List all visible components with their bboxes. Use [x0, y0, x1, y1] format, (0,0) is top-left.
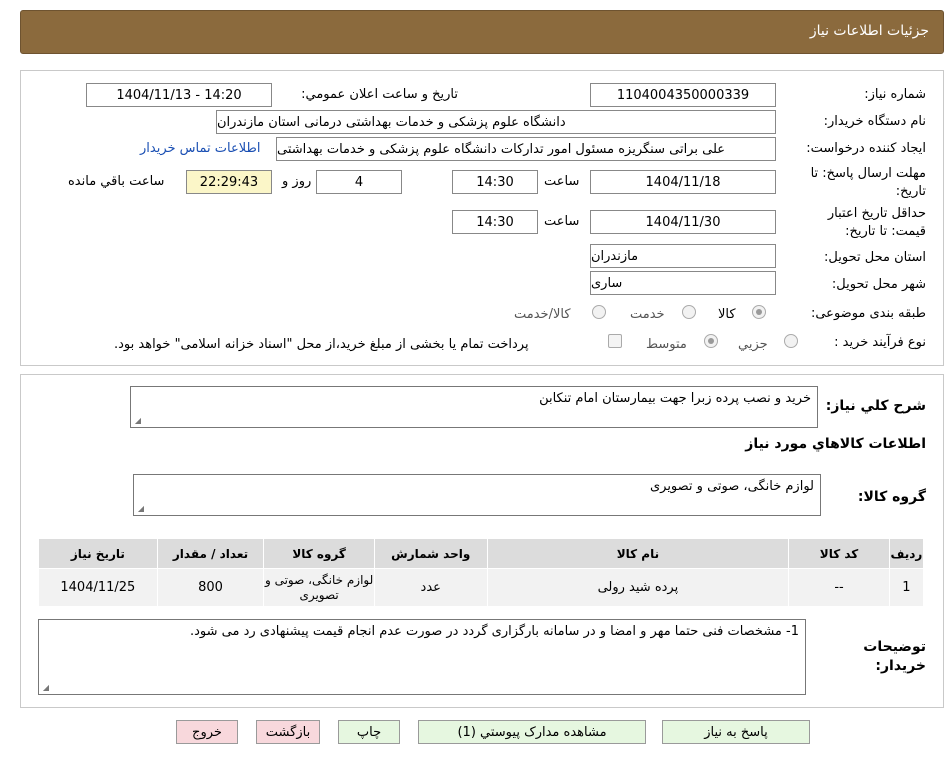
- col-name: نام کالا: [486, 538, 790, 569]
- page-header: جزئیات اطلاعات نیاز: [20, 10, 944, 54]
- category-label: طبقه بندی موضوعی:: [810, 306, 926, 321]
- buyer-org-field: دانشگاه علوم پزشکی و خدمات بهداشتی درمان…: [216, 110, 776, 134]
- deadline-label-line2: تاريخ:: [895, 184, 926, 199]
- process-medium-radio[interactable]: [704, 334, 718, 348]
- validity-label-line2: قيمت: تا تاريخ:: [845, 224, 926, 239]
- col-row: رديف: [888, 538, 925, 569]
- cell-unit: عدد: [373, 568, 488, 607]
- items-table: رديف کد کالا نام کالا واحد شمارش گروه کا…: [38, 538, 925, 607]
- remaining-time-label: ساعت باقي مانده: [68, 174, 165, 189]
- deadline-time-label: ساعت: [544, 174, 580, 189]
- cell-group: لوازم خانگی، صوتی و تصویری: [263, 568, 375, 607]
- reply-button[interactable]: پاسخ به نياز: [662, 720, 810, 744]
- days-label: روز و: [282, 174, 312, 189]
- page-title: جزئیات اطلاعات نیاز: [809, 23, 929, 39]
- summary-textarea: خرید و نصب پرده زبرا جهت بیمارستان امام …: [130, 386, 818, 428]
- cell-date: 1404/11/25: [38, 568, 158, 607]
- cell-row: 1: [888, 568, 925, 607]
- col-qty: تعداد / مقدار: [156, 538, 265, 569]
- requester-label: ايجاد کننده درخواست:: [806, 141, 926, 156]
- validity-time-field: 14:30: [452, 210, 538, 234]
- validity-time-label: ساعت: [544, 214, 580, 229]
- goods-group-label: گروه کالا:: [857, 489, 926, 505]
- process-minor-radio[interactable]: [784, 334, 798, 348]
- goods-group-text: لوازم خانگی، صوتی و تصویری: [649, 479, 814, 494]
- remaining-time-field: 22:29:43: [186, 170, 272, 194]
- province-field: مازندران: [590, 244, 776, 268]
- category-goods-radio[interactable]: [752, 305, 766, 319]
- resize-grip-icon: ◢: [137, 504, 144, 513]
- buyer-contact-link[interactable]: اطلاعات تماس خريدار: [140, 141, 260, 156]
- summary-label: شرح کلي نياز:: [825, 398, 926, 414]
- exit-button[interactable]: خروج: [176, 720, 238, 744]
- process-minor-label: جزيي: [738, 337, 768, 352]
- buyer-org-label: نام دستگاه خريدار:: [823, 114, 926, 129]
- notes-textarea: 1- مشخصات فنی حتما مهر و امضا و در سامان…: [38, 619, 806, 695]
- treasury-payment-note: پرداخت تمام یا بخشی از مبلغ خرید،از محل …: [114, 337, 529, 352]
- announce-date-label: تاريخ و ساعت اعلان عمومي:: [301, 87, 458, 102]
- notes-label-line2: خريدار:: [875, 658, 926, 674]
- summary-text: خرید و نصب پرده زبرا جهت بیمارستان امام …: [539, 391, 811, 406]
- goods-section-title: اطلاعات کالاهاي مورد نياز: [745, 436, 926, 452]
- process-label: نوع فرآيند خريد :: [834, 335, 926, 350]
- cell-name: پرده شید رولی: [486, 568, 790, 607]
- col-group: گروه کالا: [263, 538, 375, 569]
- notes-text: 1- مشخصات فنی حتما مهر و امضا و در سامان…: [190, 624, 799, 639]
- cell-code: --: [788, 568, 890, 607]
- announce-date-field: 1404/11/13 - 14:20: [86, 83, 272, 107]
- city-field: ساری: [590, 271, 776, 295]
- city-label: شهر محل تحويل:: [831, 277, 926, 292]
- category-service-radio[interactable]: [682, 305, 696, 319]
- days-field: 4: [316, 170, 402, 194]
- deadline-date-field: 1404/11/18: [590, 170, 776, 194]
- need-number-field: 1104004350000339: [590, 83, 776, 107]
- category-goods-service-radio[interactable]: [592, 305, 606, 319]
- province-label: استان محل تحويل:: [824, 250, 926, 265]
- table-row: 1 -- پرده شید رولی عدد لوازم خانگی، صوتی…: [38, 568, 925, 607]
- resize-grip-icon: ◢: [42, 683, 49, 692]
- requester-field: علی براتی سنگریزه مسئول امور تدارکات دان…: [276, 137, 776, 161]
- deadline-label-line1: مهلت ارسال پاسخ: تا: [810, 166, 926, 181]
- col-unit: واحد شمارش: [373, 538, 488, 569]
- print-button[interactable]: چاپ: [338, 720, 400, 744]
- cell-qty: 800: [156, 568, 265, 607]
- process-medium-label: متوسط: [646, 337, 687, 352]
- view-attachments-button[interactable]: مشاهده مدارک پيوستي (1): [418, 720, 646, 744]
- treasury-payment-checkbox[interactable]: [608, 334, 622, 348]
- validity-label-line1: حداقل تاريخ اعتبار: [827, 206, 926, 221]
- category-service-label: خدمت: [630, 307, 665, 322]
- category-goods-label: کالا: [718, 307, 736, 322]
- category-goods-service-label: کالا/خدمت: [514, 307, 571, 322]
- resize-grip-icon: ◢: [134, 416, 141, 425]
- need-number-label: شماره نیاز:: [864, 87, 926, 102]
- col-date: تاریخ نیاز: [38, 538, 158, 569]
- col-code: کد کالا: [788, 538, 890, 569]
- table-header-row: رديف کد کالا نام کالا واحد شمارش گروه کا…: [38, 538, 925, 569]
- notes-label-line1: توضيحات: [863, 639, 926, 655]
- deadline-time-field: 14:30: [452, 170, 538, 194]
- goods-group-textarea: لوازم خانگی، صوتی و تصویری ◢: [133, 474, 821, 516]
- back-button[interactable]: بازگشت: [256, 720, 320, 744]
- validity-date-field: 1404/11/30: [590, 210, 776, 234]
